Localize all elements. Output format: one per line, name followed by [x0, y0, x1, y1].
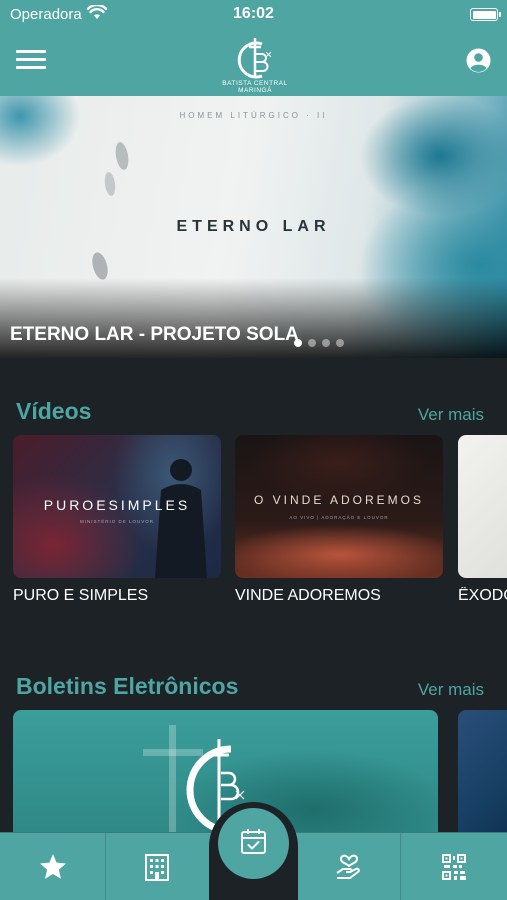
video-card-exodo[interactable] [458, 435, 507, 578]
star-icon [40, 854, 66, 879]
video-card-art-text: O VINDE ADOREMOS [253, 493, 425, 507]
video-card-art-subtext: AO VIVO | ADORAÇÃO E LOUVOR [289, 515, 389, 520]
tab-donations[interactable] [298, 833, 400, 900]
calendar-check-icon [241, 829, 266, 854]
menu-button[interactable] [16, 50, 46, 72]
videos-section-title: Vídeos [16, 398, 92, 424]
video-card-vinde-adoremos[interactable]: O VINDE ADOREMOS AO VIVO | ADORAÇÃO E LO… [235, 435, 443, 578]
bulletins-see-more-link[interactable]: Ver mais [418, 680, 484, 700]
tab-qr-code[interactable] [401, 833, 507, 900]
carousel-dot[interactable] [322, 339, 330, 347]
carousel-dot[interactable] [294, 339, 302, 347]
carousel-dots [294, 334, 350, 352]
user-circle-icon[interactable] [466, 48, 491, 73]
videos-see-more-link[interactable]: Ver mais [418, 405, 484, 425]
banner-caption: ETERNO LAR - PROJETO SOLA [10, 324, 299, 345]
qr-code-icon [442, 854, 466, 880]
video-card-art-subtext: MINISTÉRIO DE LOUVOR [79, 519, 154, 524]
carousel-dot[interactable] [308, 339, 316, 347]
battery-icon [470, 8, 501, 21]
status-time: 16:02 [233, 5, 274, 22]
featured-banner[interactable]: HOMEM LITÚRGICO · II ETERNO LAR ETERNO L… [0, 96, 507, 358]
video-card-label[interactable]: VINDE ADOREMOS [235, 587, 381, 605]
banner-kicker: HOMEM LITÚRGICO · II [179, 111, 328, 120]
video-card-puro-e-simples[interactable]: PUROESIMPLES MINISTÉRIO DE LOUVOR [13, 435, 221, 578]
video-card-art-text: PUROESIMPLES [43, 497, 191, 513]
hamburger-menu-icon [16, 50, 46, 53]
tab-agenda[interactable] [218, 808, 289, 879]
tab-favorites[interactable] [0, 833, 105, 900]
carousel-dot[interactable] [336, 339, 344, 347]
video-card-label[interactable]: ÊXODO [458, 587, 507, 605]
bulletin-card[interactable] [458, 710, 507, 850]
tab-church[interactable] [106, 833, 209, 900]
building-icon [145, 854, 169, 881]
app-header: Operadora 16:02 BATISTA CENTRAL MARINGÁ [0, 0, 507, 96]
heart-hand-icon [336, 854, 360, 879]
status-bar: Operadora 16:02 [0, 0, 507, 28]
singer-silhouette [155, 459, 207, 578]
banner-art-title: ETERNO LAR [176, 218, 331, 235]
bulletins-section-title: Boletins Eletrônicos [16, 673, 239, 699]
logo-caption: BATISTA CENTRAL MARINGÁ [222, 80, 288, 94]
video-card-label[interactable]: PURO E SIMPLES [13, 587, 148, 605]
